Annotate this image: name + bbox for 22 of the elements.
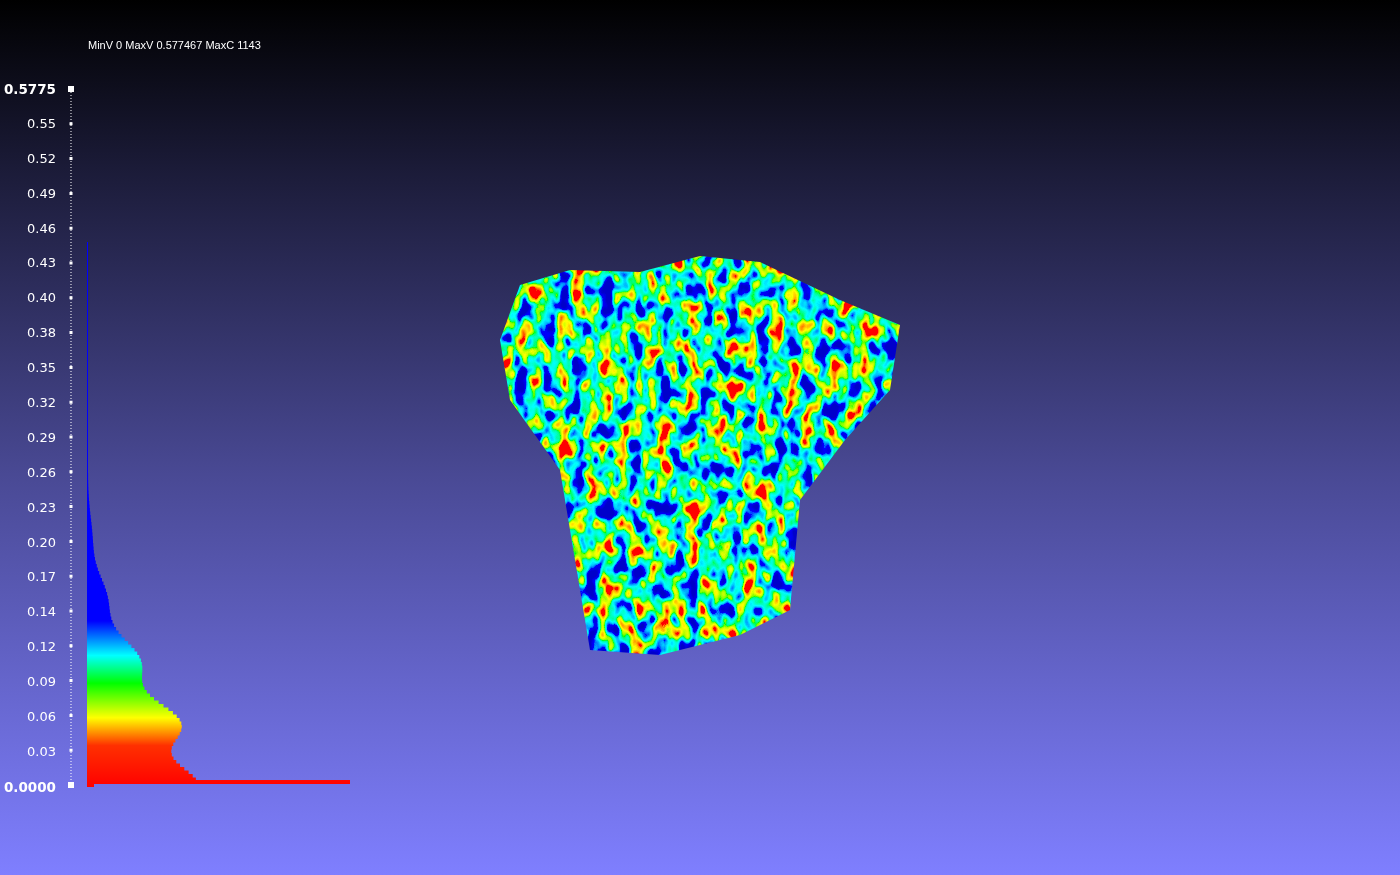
scale-label: 0.06	[27, 709, 56, 726]
scale-label: 0.14	[27, 604, 56, 621]
scale-label: 0.29	[27, 429, 56, 446]
scale-label: 0.20	[27, 534, 56, 551]
scale-label: 0.52	[27, 150, 56, 167]
scale-label: 0.46	[27, 220, 56, 237]
scale-label: 0.09	[27, 674, 56, 691]
scale-label: 0.03	[27, 743, 56, 760]
scale-label: 0.35	[27, 360, 56, 377]
scale-label: 0.12	[27, 639, 56, 656]
scale-label: 0.55	[27, 115, 56, 132]
scale-label: 0.17	[27, 569, 56, 586]
scale-label: 0.38	[27, 325, 56, 342]
value-range-info: MinV 0 MaxV 0.577467 MaxC 1143	[87, 38, 261, 52]
scale-label: 0.49	[27, 185, 56, 202]
scale-label: 0.26	[27, 464, 56, 481]
scale-label: 0.43	[27, 255, 56, 272]
scale-label: 0.32	[27, 395, 56, 411]
scale-label: 0.0000	[3, 778, 56, 795]
scale-label: 0.23	[27, 499, 56, 516]
scale-label: 0.5775	[3, 81, 56, 97]
scale-label: 0.40	[27, 290, 56, 307]
